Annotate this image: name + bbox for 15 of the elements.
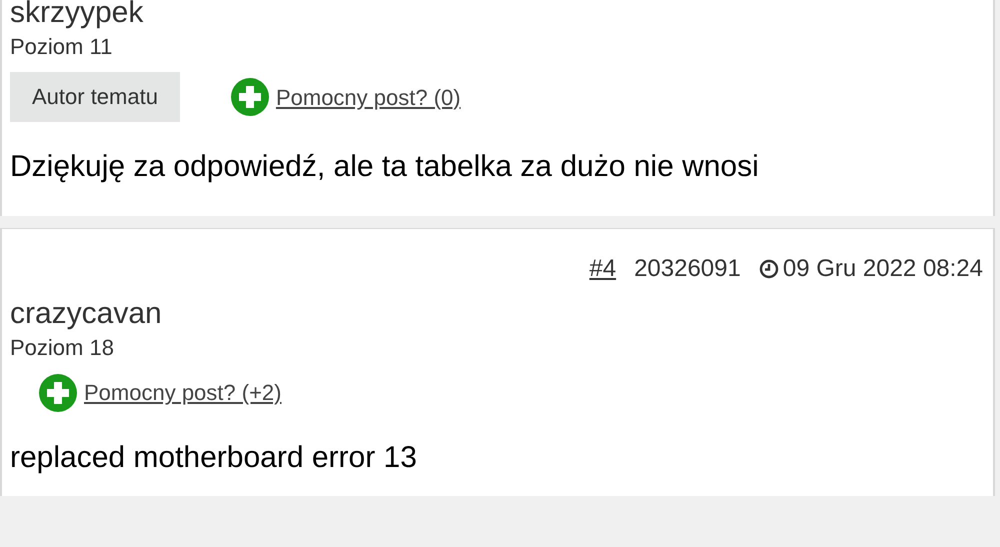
post-number-link[interactable]: #4: [589, 256, 616, 280]
author-rank: Poziom 18: [10, 336, 115, 358]
author-name[interactable]: skrzyypek: [10, 0, 985, 28]
post-body: replaced motherboard error 13: [10, 440, 418, 476]
post-id: 20326091: [634, 256, 741, 280]
post-body: Dziękuję za odpowiedź, ale ta tabelka za dużo nie wnosi: [10, 149, 760, 185]
plus-icon[interactable]: [38, 372, 78, 412]
author-rank: Poziom 11: [10, 36, 114, 58]
helpful-post-link[interactable]: Pomocny post? (+2): [84, 376, 282, 409]
topic-author-badge: Autor tematu: [10, 72, 180, 122]
post-date: 09 Gru 2022 08:24: [782, 256, 983, 280]
clock-icon: [758, 258, 779, 278]
helpful-post-link[interactable]: Pomocny post? (0): [276, 80, 461, 114]
author-name[interactable]: crazycavan: [10, 298, 985, 328]
plus-icon[interactable]: [230, 77, 270, 117]
